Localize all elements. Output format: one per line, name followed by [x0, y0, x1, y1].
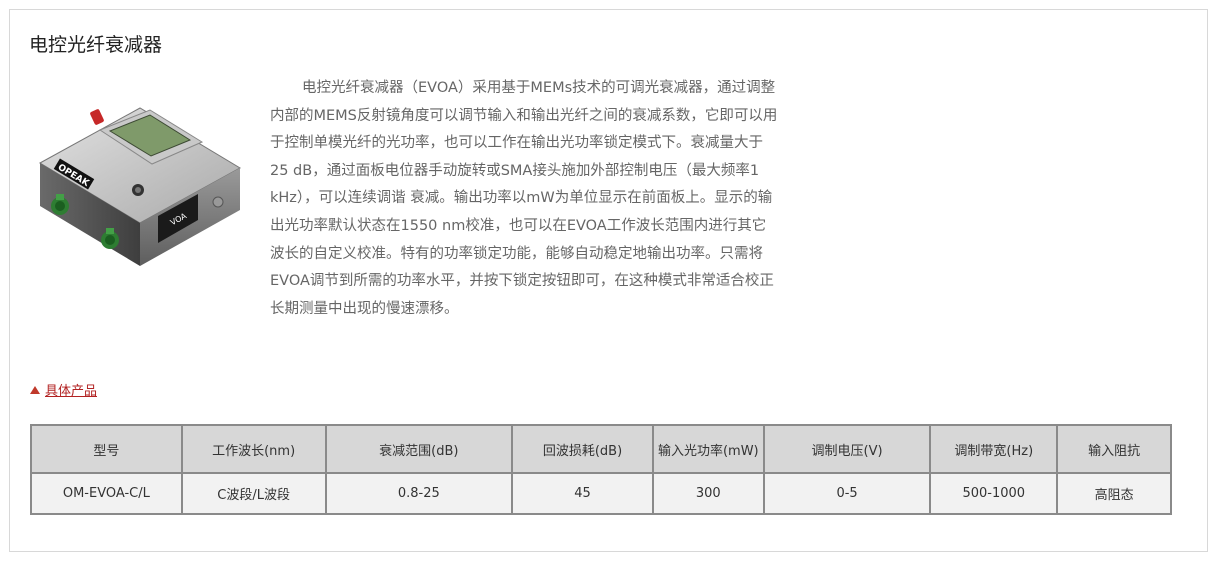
product-description: 电控光纤衰减器（EVOA）采用基于MEMs技术的可调光衰减器，通过调整内部的ME…: [270, 80, 778, 317]
product-image: VOA OPEAK: [38, 107, 242, 266]
table-header: 型号: [30, 424, 183, 474]
spec-table: 型号 工作波长(nm) 衰减范围(dB) 回波损耗(dB) 输入光功率(mW) …: [30, 424, 1172, 515]
table-header: 调制带宽(Hz): [929, 424, 1059, 474]
table-header: 调制电压(V): [762, 424, 932, 474]
table-header: 输入光功率(mW): [651, 424, 765, 474]
table-cell: 300: [651, 472, 765, 515]
table-cell: 0-5: [762, 472, 932, 515]
product-link-label: 具体产品: [45, 384, 98, 399]
table-cell: 45: [511, 472, 654, 515]
table-cell: 0.8-25: [324, 472, 514, 515]
product-link[interactable]: 具体产品: [30, 380, 97, 399]
table-cell: OM-EVOA-C/L: [30, 472, 183, 515]
table-header-row: 型号 工作波长(nm) 衰减范围(dB) 回波损耗(dB) 输入光功率(mW) …: [30, 424, 1172, 474]
table-cell: C波段/L波段: [180, 472, 327, 515]
table-header: 工作波长(nm): [180, 424, 327, 474]
table-header: 回波损耗(dB): [511, 424, 654, 474]
table-header: 输入阻抗: [1056, 424, 1172, 474]
section-title: 电控光纤衰减器: [29, 34, 163, 56]
table-row: OM-EVOA-C/L C波段/L波段 0.8-25 45 300 0-5 50…: [30, 472, 1172, 515]
table-cell: 高阻态: [1056, 472, 1172, 515]
triangle-up-icon: [30, 386, 40, 394]
table-header: 衰减范围(dB): [324, 424, 514, 474]
table-cell: 500-1000: [929, 472, 1059, 515]
